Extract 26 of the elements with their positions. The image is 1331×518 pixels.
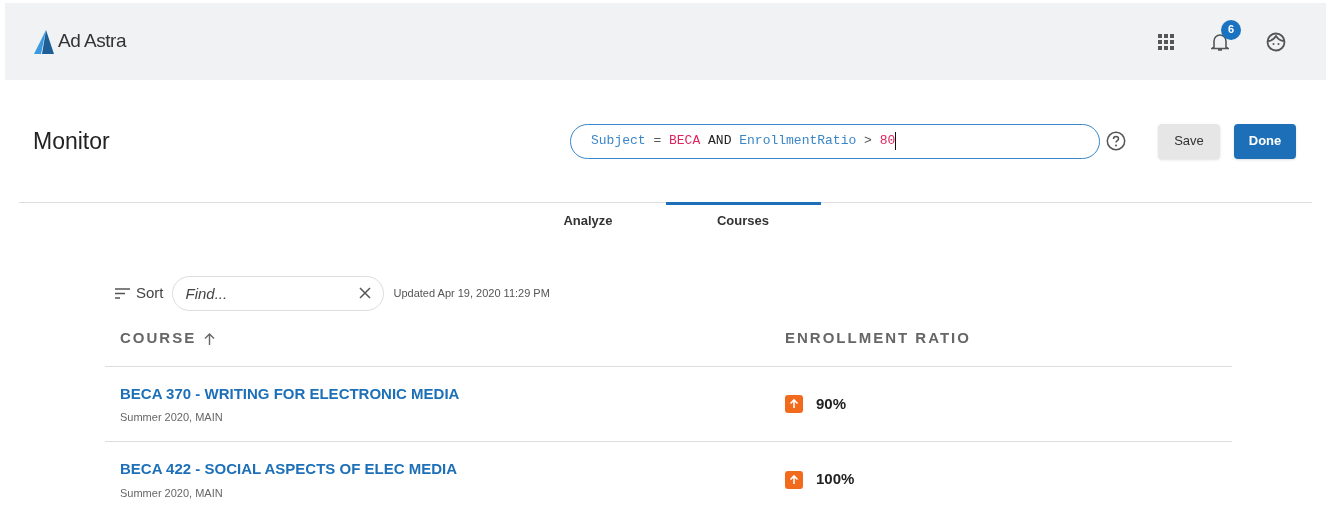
course-term: Summer 2020, MAIN [120,410,224,425]
search-field[interactable]: Find... [171,276,384,311]
page-title: Monitor [33,126,110,156]
avatar-icon[interactable] [1266,31,1286,52]
sort-button[interactable]: Sort [115,282,164,305]
bell-icon[interactable] [1211,31,1229,52]
tab[interactable]: Courses [665,202,821,236]
sort-ascending-icon [204,332,216,345]
course-link[interactable]: BECA 370 - WRITING FOR ELECTRONIC MEDIA [120,382,785,405]
apps-grid-icon[interactable] [1158,33,1174,50]
help-icon[interactable] [1106,131,1126,151]
column-header[interactable]: ENROLLMENT RATIO [785,327,971,350]
course-link[interactable]: BECA 422 - SOCIAL ASPECTS OF ELEC MEDIA [120,458,785,481]
course-term: Summer 2020, MAIN [120,485,224,501]
updated-timestamp: Updated Apr 19, 2020 11:29 PM [393,286,550,302]
logo-icon [34,29,54,54]
notification-badge: 6 [1221,19,1241,40]
brand-name: Ad Astra [58,29,127,54]
column-header[interactable]: COURSE [120,327,216,350]
tab[interactable]: Analyze [510,202,666,236]
done-button[interactable]: Done [1234,123,1296,159]
clear-icon[interactable] [358,287,371,299]
sort-icon [115,288,130,299]
save-button[interactable]: Save [1158,123,1220,159]
enrollment-ratio: 100% [816,469,855,490]
enrollment-ratio: 90% [816,393,847,414]
